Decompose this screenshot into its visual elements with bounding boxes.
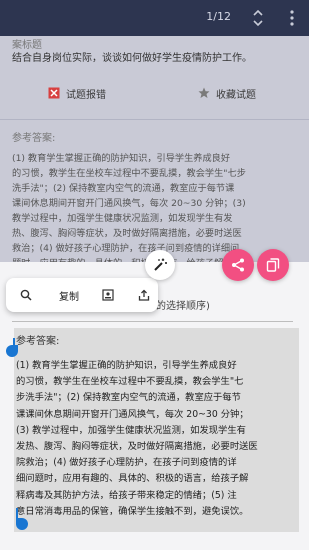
fab-copy-button[interactable] [257,249,289,281]
report-icon [48,87,60,99]
page-counter: 1/12 [206,10,231,23]
favorite-label: 收藏试题 [216,89,256,101]
answer-line: 的习惯，教学生在坐校车过程中不要乱摸，教会学生"七步 [12,168,246,179]
more-vert-icon[interactable] [289,9,295,27]
answer-line: 课课间休息期间开窗开门通风换气，每次 20~30 分钟； [16,408,249,420]
share-icon [232,258,244,272]
divider [0,119,309,120]
search-button[interactable] [12,278,40,312]
report-error-button[interactable]: 试题报错 [48,76,106,110]
fab-share-button[interactable] [222,249,254,281]
image-icon [102,289,114,301]
report-error-label: 试题报错 [66,89,106,101]
favorite-button[interactable]: 收藏试题 [198,76,256,110]
app-bar: 1/12 [0,0,309,36]
order-hint-text: 的选择顺序) [156,301,210,312]
answer-line: (1) 教育学生掌握正确的防护知识，引导学生养成良好 [12,153,231,164]
answer-body: (1) 教育学生掌握正确的防护知识，引导学生养成良好 的习惯，教学生在坐校车过程… [16,358,299,520]
selected-answer-block[interactable]: 参考答案: (1) 教育学生掌握正确的防护知识，引导学生养成良好 的习惯，教学生… [14,328,299,532]
copy-icon [266,258,280,272]
answer-label: 参考答案: [16,336,60,347]
answer-line: 发热、腹泻、胸闷等症状，及时做好隔离措施，必要时送医 [16,441,258,453]
chevron-up-down-icon[interactable] [251,6,265,30]
question-page-dimmed: 案标题 结合自身岗位实际，谈谈如何做好学生疫情防护工作。 试题报错 收藏试题 参… [0,36,309,269]
selection-handle-start[interactable] [6,345,18,357]
answer-line: (1) 教育学生掌握正确的防护知识，引导学生养成良好 [16,360,237,371]
question-text: 结合自身岗位实际，谈谈如何做好学生疫情防护工作。 [12,53,252,64]
answer-line: 释病毒及其防护方法，给孩子带来稳定的情绪；(5) 注 [16,489,237,501]
answer-line: 意日常消毒用品的保管，确保学生接触不到，避免误饮。 [16,505,249,517]
search-icon [20,289,32,301]
answer-title-dimmed: 参考答案: [12,133,56,144]
share-button[interactable] [130,278,158,312]
answer-line: 教学过程中，加强学生健康状况监测，如发现学生有发 [12,213,233,224]
answer-line: 细问题时，应用有趣的、具体的、积极的语言，给孩子解 [16,473,249,485]
text-selection-toolbar: 复制 [6,278,158,312]
answer-line: (3) 教学过程中，加强学生健康状况监测，如发现学生有 [16,424,246,436]
answer-line: 热、腹泻、胸闷等症状，及时做好隔离措施，必要时送医 [12,228,242,239]
star-icon [198,87,210,98]
magic-wand-icon [154,258,167,271]
magic-wand-button[interactable] [145,250,175,280]
question-header: 案标题 [12,40,42,51]
divider [12,321,293,322]
selection-handle-end[interactable] [16,518,28,530]
share-icon [138,289,150,301]
answer-line: 的习惯，教学生在坐校车过程中不要乱摸，教会学生"七 [16,376,244,388]
question-actions: 试题报错 收藏试题 [12,76,302,110]
answer-line: 院救治；(4) 做好孩子心理防护，在孩子问到疫情的详 [16,457,237,469]
answer-line: 课间休息期间开窗开门通风换气，每次 20~30 分钟；(3) [12,198,246,209]
image-button[interactable] [94,278,122,312]
answer-line: 步洗手法"；(2) 保持教室内空气的流通，教室应于每节 [16,392,241,404]
answer-line: 洗手法"；(2) 保持教室内空气的流通，教室应于每节课 [12,183,235,194]
copy-button[interactable]: 复制 [46,278,92,312]
